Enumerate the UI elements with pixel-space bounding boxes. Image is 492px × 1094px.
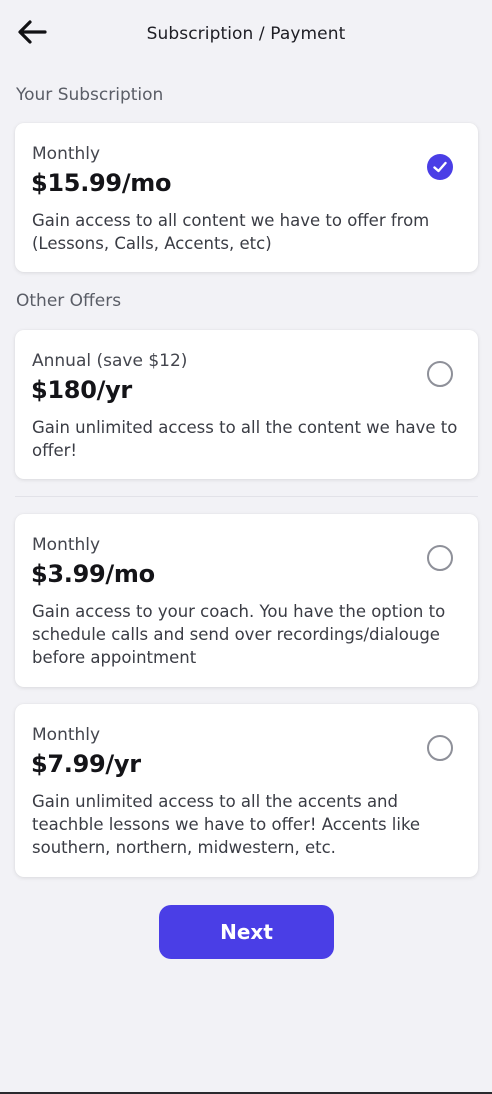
plan-description: Gain unlimited access to all the content… (32, 418, 458, 460)
plan-card-accents[interactable]: Monthly $7.99/yr Gain unlimited access t… (15, 704, 478, 877)
radio-unselected[interactable] (427, 361, 453, 387)
radio-selected[interactable] (427, 154, 453, 180)
page-title: Subscription / Payment (146, 24, 346, 44)
plan-description: Gain access to your coach. You have the … (32, 602, 446, 667)
checkmark-icon (433, 158, 447, 177)
radio-unselected[interactable] (427, 735, 453, 761)
plan-period: Annual (save $12) (32, 351, 188, 371)
plan-price: $7.99/yr (31, 750, 141, 778)
plan-period: Monthly (32, 144, 101, 164)
plan-card-annual[interactable]: Annual (save $12) $180/yr Gain unlimited… (15, 330, 478, 479)
section-label-other-offers: Other Offers (16, 291, 122, 311)
plan-card-current[interactable]: Monthly $15.99/mo Gain access to all con… (15, 123, 478, 272)
section-label-your-subscription: Your Subscription (16, 85, 164, 105)
plan-period: Monthly (32, 725, 101, 745)
next-button[interactable]: Next (159, 905, 334, 959)
plan-period: Monthly (32, 535, 101, 555)
plan-price: $3.99/mo (31, 560, 155, 588)
plan-description: Gain access to all content we have to of… (32, 211, 430, 253)
plan-card-coach[interactable]: Monthly $3.99/mo Gain access to your coa… (15, 514, 478, 687)
radio-unselected[interactable] (427, 545, 453, 571)
divider (15, 496, 478, 497)
plan-price: $15.99/mo (31, 169, 172, 197)
plan-price: $180/yr (31, 376, 132, 404)
header: Subscription / Payment (0, 0, 492, 70)
plan-description: Gain unlimited access to all the accents… (32, 792, 421, 857)
